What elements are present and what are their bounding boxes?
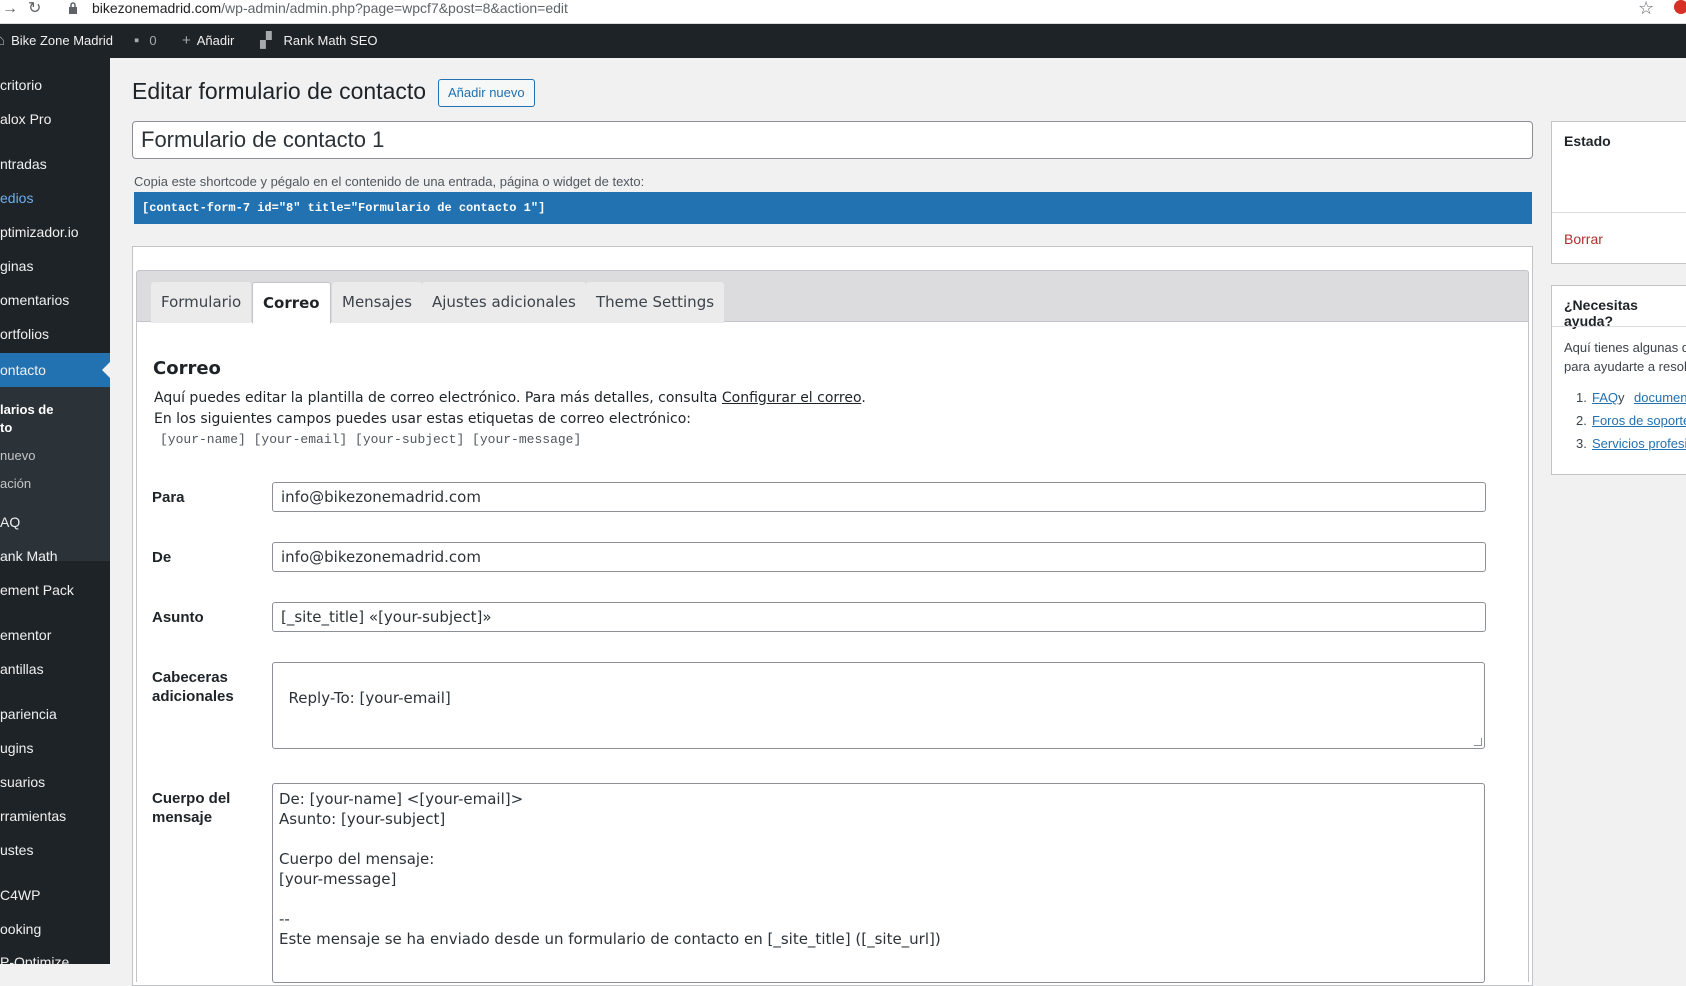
body-label: Cuerpo del mensaje bbox=[152, 790, 231, 826]
sidebar-item-entradas[interactable]: ntradas bbox=[0, 155, 110, 173]
sidebar-item-elementor[interactable]: ementor bbox=[0, 626, 110, 644]
help-text-line1: Aquí tienes algunas d bbox=[1564, 340, 1686, 355]
tab-formulario[interactable]: Formulario bbox=[151, 282, 252, 323]
sidebar-item-contacto[interactable]: ontacto bbox=[0, 353, 110, 387]
support-forums-link[interactable]: Foros de soporte bbox=[1592, 413, 1686, 428]
home-icon: ⌂ bbox=[0, 32, 6, 49]
submenu-integracion[interactable]: ación bbox=[0, 475, 31, 493]
extension-icon[interactable] bbox=[1674, 0, 1686, 14]
submenu-formularios-line1[interactable]: larios de bbox=[0, 401, 53, 419]
wp-admin-bar: ⌂ Bike Zone Madrid ▪ 0 + Añadir ▞ Rank M… bbox=[0, 24, 1686, 58]
from-field[interactable]: info@bikezonemadrid.com bbox=[272, 542, 1486, 572]
tab-theme-settings[interactable]: Theme Settings bbox=[586, 282, 725, 323]
to-label: Para bbox=[152, 489, 185, 506]
sidebar-item-comentarios[interactable]: omentarios bbox=[0, 291, 110, 309]
sidebar-item-usuarios[interactable]: suarios bbox=[0, 773, 110, 791]
sidebar-item-medios[interactable]: edios bbox=[0, 189, 110, 207]
sidebar-item-herramientas[interactable]: rramientas bbox=[0, 807, 110, 825]
lock-icon bbox=[69, 2, 77, 14]
form-title-input[interactable]: Formulario de contacto 1 bbox=[132, 121, 1533, 159]
mail-section-title: Correo bbox=[153, 358, 221, 379]
sidebar-item-portfolios[interactable]: ortfolios bbox=[0, 325, 110, 343]
mail-tags-list: [your-name] [your-email] [your-subject] … bbox=[160, 432, 582, 447]
sidebar-item-apariencia[interactable]: pariencia bbox=[0, 705, 110, 723]
help-title: ¿Necesitas ayuda? bbox=[1564, 297, 1638, 329]
forward-icon[interactable]: → bbox=[2, 0, 18, 18]
help-divider bbox=[1552, 326, 1686, 327]
reload-icon[interactable]: ↻ bbox=[28, 0, 41, 18]
submenu-formularios-line2[interactable]: to bbox=[0, 419, 12, 437]
sidebar-item-booking[interactable]: ooking bbox=[0, 920, 110, 938]
shortcode-field[interactable]: [contact-form-7 id="8" title="Formulario… bbox=[134, 192, 1532, 224]
docs-link[interactable]: document bbox=[1634, 390, 1686, 405]
mail-description: Aquí puedes editar la plantilla de corre… bbox=[154, 390, 866, 406]
delete-link[interactable]: Borrar bbox=[1564, 231, 1603, 247]
subject-label: Asunto bbox=[152, 609, 204, 626]
tab-correo[interactable]: Correo bbox=[252, 282, 331, 324]
site-name-link[interactable]: ⌂ Bike Zone Madrid bbox=[0, 24, 113, 58]
rank-math-icon: ▞ bbox=[260, 32, 272, 49]
body-textarea[interactable]: De: [your-name] <[your-email]> Asunto: [… bbox=[272, 783, 1485, 983]
subject-field[interactable]: [_site_title] «[your-subject]» bbox=[272, 602, 1486, 632]
tab-mensajes[interactable]: Mensajes bbox=[332, 282, 422, 323]
to-field[interactable]: info@bikezonemadrid.com bbox=[272, 482, 1486, 512]
sidebar-item-escritorio[interactable]: critorio bbox=[0, 76, 110, 94]
shortcode-label: Copia este shortcode y pégalo en el cont… bbox=[134, 174, 645, 189]
help-box: ¿Necesitas ayuda? Aquí tienes algunas d … bbox=[1551, 285, 1686, 475]
url-field[interactable]: bikezonemadrid.com/wp-admin/admin.php?pa… bbox=[92, 0, 568, 16]
status-title: Estado bbox=[1564, 133, 1611, 149]
sidebar-item-optimizador[interactable]: ptimizador.io bbox=[0, 223, 110, 241]
plus-icon: + bbox=[182, 32, 191, 49]
from-label: De bbox=[152, 549, 172, 566]
sidebar-item-c4wp[interactable]: C4WP bbox=[0, 886, 110, 904]
configure-mail-link[interactable]: Configurar el correo bbox=[722, 390, 861, 406]
submenu-anadir-nuevo[interactable]: nuevo bbox=[0, 447, 35, 465]
sidebar-item-wp-optimize[interactable]: P-Optimize bbox=[0, 953, 110, 964]
faq-link[interactable]: FAQ bbox=[1592, 390, 1618, 405]
sidebar-item-element-pack[interactable]: ement Pack bbox=[0, 581, 110, 599]
sidebar-item-ajustes[interactable]: ustes bbox=[0, 841, 110, 859]
headers-label: Cabeceras adicionales bbox=[152, 669, 234, 705]
headers-textarea[interactable]: Reply-To: [your-email] bbox=[272, 662, 1485, 749]
sidebar-item-plugins[interactable]: ugins bbox=[0, 739, 110, 757]
comments-link[interactable]: ▪ 0 bbox=[134, 24, 157, 58]
status-divider bbox=[1552, 212, 1686, 213]
professional-services-link[interactable]: Servicios profesi bbox=[1592, 436, 1686, 451]
rank-math-link[interactable]: ▞ Rank Math SEO bbox=[260, 24, 377, 58]
sidebar-item-faq[interactable]: AQ bbox=[0, 513, 110, 531]
admin-sidebar: critorio alox Pro ntradas edios ptimizad… bbox=[0, 58, 110, 964]
sidebar-item-salox-pro[interactable]: alox Pro bbox=[0, 110, 110, 128]
help-text-line2: para ayudarte a resol bbox=[1564, 359, 1686, 374]
add-new-button[interactable]: Añadir nuevo bbox=[438, 79, 535, 107]
sidebar-item-plantillas[interactable]: antillas bbox=[0, 660, 110, 678]
bookmark-star-icon[interactable]: ☆ bbox=[1638, 0, 1654, 19]
page-title: Editar formulario de contacto bbox=[132, 78, 427, 104]
add-new-link[interactable]: + Añadir bbox=[182, 24, 234, 58]
comment-icon: ▪ bbox=[134, 32, 140, 49]
status-box: Estado Borrar bbox=[1551, 121, 1686, 264]
tab-ajustes-adicionales[interactable]: Ajustes adicionales bbox=[422, 282, 586, 323]
sidebar-item-rank-math[interactable]: ank Math bbox=[0, 547, 110, 565]
sidebar-item-paginas[interactable]: ginas bbox=[0, 257, 110, 275]
mail-tags-description: En los siguientes campos puedes usar est… bbox=[154, 411, 691, 427]
resize-handle-icon[interactable] bbox=[1474, 738, 1482, 746]
browser-address-bar: → ↻ bikezonemadrid.com/wp-admin/admin.ph… bbox=[0, 0, 1686, 24]
contacto-submenu: larios de to nuevo ación bbox=[0, 387, 110, 561]
